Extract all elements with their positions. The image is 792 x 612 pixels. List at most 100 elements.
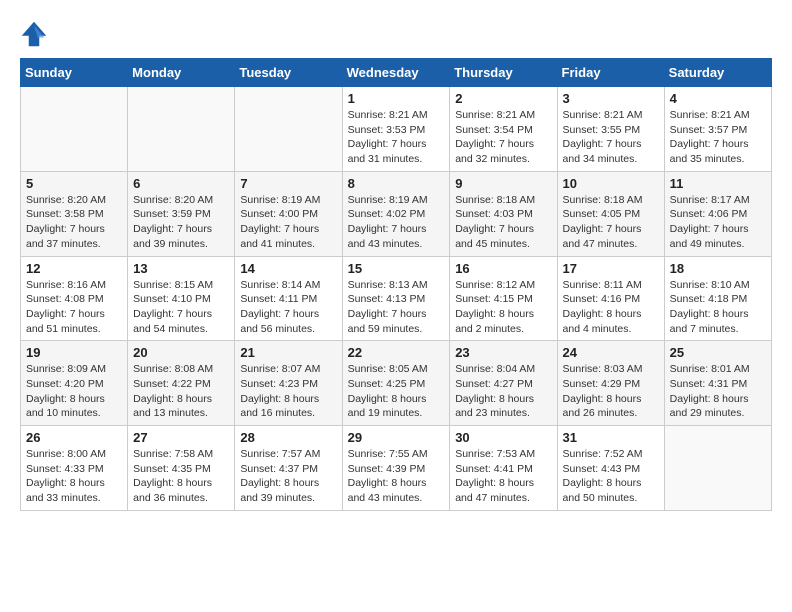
day-info: Sunrise: 7:52 AMSunset: 4:43 PMDaylight:…	[563, 447, 659, 506]
day-info: Sunrise: 8:21 AMSunset: 3:57 PMDaylight:…	[670, 108, 766, 167]
day-number: 13	[133, 261, 229, 276]
calendar-cell: 26 Sunrise: 8:00 AMSunset: 4:33 PMDayligh…	[21, 426, 128, 511]
day-number: 28	[240, 430, 336, 445]
day-info: Sunrise: 8:03 AMSunset: 4:29 PMDaylight:…	[563, 362, 659, 421]
day-info: Sunrise: 8:19 AMSunset: 4:02 PMDaylight:…	[348, 193, 445, 252]
calendar-cell: 20 Sunrise: 8:08 AMSunset: 4:22 PMDayligh…	[128, 341, 235, 426]
weekday-header-wednesday: Wednesday	[342, 59, 450, 87]
day-info: Sunrise: 8:05 AMSunset: 4:25 PMDaylight:…	[348, 362, 445, 421]
day-info: Sunrise: 8:04 AMSunset: 4:27 PMDaylight:…	[455, 362, 551, 421]
weekday-header-thursday: Thursday	[450, 59, 557, 87]
calendar-cell: 22 Sunrise: 8:05 AMSunset: 4:25 PMDayligh…	[342, 341, 450, 426]
day-number: 18	[670, 261, 766, 276]
calendar-cell: 18 Sunrise: 8:10 AMSunset: 4:18 PMDayligh…	[664, 256, 771, 341]
calendar-week-5: 26 Sunrise: 8:00 AMSunset: 4:33 PMDayligh…	[21, 426, 772, 511]
calendar-cell: 16Sunrise: 8:12 AMSunset: 4:15 PMDayligh…	[450, 256, 557, 341]
day-info: Sunrise: 8:20 AMSunset: 3:58 PMDaylight:…	[26, 193, 122, 252]
calendar-week-3: 12 Sunrise: 8:16 AMSunset: 4:08 PMDayligh…	[21, 256, 772, 341]
day-number: 26	[26, 430, 122, 445]
calendar-cell: 11 Sunrise: 8:17 AMSunset: 4:06 PMDayligh…	[664, 171, 771, 256]
calendar-cell: 9 Sunrise: 8:18 AMSunset: 4:03 PMDaylight…	[450, 171, 557, 256]
calendar-cell: 4 Sunrise: 8:21 AMSunset: 3:57 PMDaylight…	[664, 87, 771, 172]
weekday-header-saturday: Saturday	[664, 59, 771, 87]
day-number: 12	[26, 261, 122, 276]
day-info: Sunrise: 8:19 AMSunset: 4:00 PMDaylight:…	[240, 193, 336, 252]
day-number: 15	[348, 261, 445, 276]
day-number: 3	[563, 91, 659, 106]
calendar-cell: 29 Sunrise: 7:55 AMSunset: 4:39 PMDayligh…	[342, 426, 450, 511]
day-info: Sunrise: 8:14 AMSunset: 4:11 PMDaylight:…	[240, 278, 336, 337]
calendar-cell	[235, 87, 342, 172]
day-info: Sunrise: 8:01 AMSunset: 4:31 PMDaylight:…	[670, 362, 766, 421]
calendar-cell: 21 Sunrise: 8:07 AMSunset: 4:23 PMDayligh…	[235, 341, 342, 426]
day-info: Sunrise: 8:21 AMSunset: 3:55 PMDaylight:…	[563, 108, 659, 167]
day-number: 14	[240, 261, 336, 276]
calendar-cell: 7 Sunrise: 8:19 AMSunset: 4:00 PMDaylight…	[235, 171, 342, 256]
calendar-cell: 1Sunrise: 8:21 AMSunset: 3:53 PMDaylight…	[342, 87, 450, 172]
day-info: Sunrise: 8:20 AMSunset: 3:59 PMDaylight:…	[133, 193, 229, 252]
calendar-cell: 12 Sunrise: 8:16 AMSunset: 4:08 PMDayligh…	[21, 256, 128, 341]
calendar-cell: 15 Sunrise: 8:13 AMSunset: 4:13 PMDayligh…	[342, 256, 450, 341]
weekday-header-friday: Friday	[557, 59, 664, 87]
day-info: Sunrise: 8:21 AMSunset: 3:54 PMDaylight:…	[455, 108, 551, 167]
day-number: 6	[133, 176, 229, 191]
day-info: Sunrise: 7:58 AMSunset: 4:35 PMDaylight:…	[133, 447, 229, 506]
calendar-cell	[128, 87, 235, 172]
day-info: Sunrise: 8:10 AMSunset: 4:18 PMDaylight:…	[670, 278, 766, 337]
day-info: Sunrise: 8:21 AMSunset: 3:53 PMDaylight:…	[348, 108, 445, 167]
day-info: Sunrise: 8:00 AMSunset: 4:33 PMDaylight:…	[26, 447, 122, 506]
day-info: Sunrise: 8:17 AMSunset: 4:06 PMDaylight:…	[670, 193, 766, 252]
weekday-header-monday: Monday	[128, 59, 235, 87]
calendar-cell: 27Sunrise: 7:58 AMSunset: 4:35 PMDayligh…	[128, 426, 235, 511]
day-number: 8	[348, 176, 445, 191]
calendar-cell: 14 Sunrise: 8:14 AMSunset: 4:11 PMDayligh…	[235, 256, 342, 341]
day-info: Sunrise: 8:15 AMSunset: 4:10 PMDaylight:…	[133, 278, 229, 337]
calendar-table: SundayMondayTuesdayWednesdayThursdayFrid…	[20, 58, 772, 511]
day-number: 4	[670, 91, 766, 106]
calendar-cell	[21, 87, 128, 172]
logo-icon	[20, 20, 48, 48]
day-number: 9	[455, 176, 551, 191]
logo	[20, 20, 52, 48]
calendar-cell: 24 Sunrise: 8:03 AMSunset: 4:29 PMDayligh…	[557, 341, 664, 426]
day-info: Sunrise: 8:16 AMSunset: 4:08 PMDaylight:…	[26, 278, 122, 337]
day-number: 25	[670, 345, 766, 360]
day-number: 30	[455, 430, 551, 445]
day-info: Sunrise: 8:13 AMSunset: 4:13 PMDaylight:…	[348, 278, 445, 337]
day-number: 20	[133, 345, 229, 360]
calendar-cell: 19Sunrise: 8:09 AMSunset: 4:20 PMDayligh…	[21, 341, 128, 426]
day-number: 31	[563, 430, 659, 445]
page-header	[20, 20, 772, 48]
calendar-week-2: 5 Sunrise: 8:20 AMSunset: 3:58 PMDaylight…	[21, 171, 772, 256]
day-number: 7	[240, 176, 336, 191]
day-info: Sunrise: 8:11 AMSunset: 4:16 PMDaylight:…	[563, 278, 659, 337]
day-info: Sunrise: 8:09 AMSunset: 4:20 PMDaylight:…	[26, 362, 122, 421]
calendar-week-1: 1Sunrise: 8:21 AMSunset: 3:53 PMDaylight…	[21, 87, 772, 172]
calendar-cell: 23 Sunrise: 8:04 AMSunset: 4:27 PMDayligh…	[450, 341, 557, 426]
calendar-cell: 28 Sunrise: 7:57 AMSunset: 4:37 PMDayligh…	[235, 426, 342, 511]
day-number: 2	[455, 91, 551, 106]
day-info: Sunrise: 8:08 AMSunset: 4:22 PMDaylight:…	[133, 362, 229, 421]
day-number: 5	[26, 176, 122, 191]
day-number: 11	[670, 176, 766, 191]
day-number: 23	[455, 345, 551, 360]
calendar-cell: 6 Sunrise: 8:20 AMSunset: 3:59 PMDaylight…	[128, 171, 235, 256]
day-number: 10	[563, 176, 659, 191]
calendar-cell: 13 Sunrise: 8:15 AMSunset: 4:10 PMDayligh…	[128, 256, 235, 341]
calendar-cell: 25 Sunrise: 8:01 AMSunset: 4:31 PMDayligh…	[664, 341, 771, 426]
day-info: Sunrise: 7:55 AMSunset: 4:39 PMDaylight:…	[348, 447, 445, 506]
day-number: 29	[348, 430, 445, 445]
weekday-header-row: SundayMondayTuesdayWednesdayThursdayFrid…	[21, 59, 772, 87]
day-info: Sunrise: 7:57 AMSunset: 4:37 PMDaylight:…	[240, 447, 336, 506]
calendar-cell: 17Sunrise: 8:11 AMSunset: 4:16 PMDayligh…	[557, 256, 664, 341]
day-info: Sunrise: 8:07 AMSunset: 4:23 PMDaylight:…	[240, 362, 336, 421]
day-info: Sunrise: 8:18 AMSunset: 4:03 PMDaylight:…	[455, 193, 551, 252]
day-info: Sunrise: 7:53 AMSunset: 4:41 PMDaylight:…	[455, 447, 551, 506]
day-number: 22	[348, 345, 445, 360]
calendar-cell: 31 Sunrise: 7:52 AMSunset: 4:43 PMDayligh…	[557, 426, 664, 511]
day-number: 24	[563, 345, 659, 360]
day-info: Sunrise: 8:18 AMSunset: 4:05 PMDaylight:…	[563, 193, 659, 252]
calendar-cell: 5 Sunrise: 8:20 AMSunset: 3:58 PMDaylight…	[21, 171, 128, 256]
calendar-cell: 2 Sunrise: 8:21 AMSunset: 3:54 PMDaylight…	[450, 87, 557, 172]
day-number: 21	[240, 345, 336, 360]
